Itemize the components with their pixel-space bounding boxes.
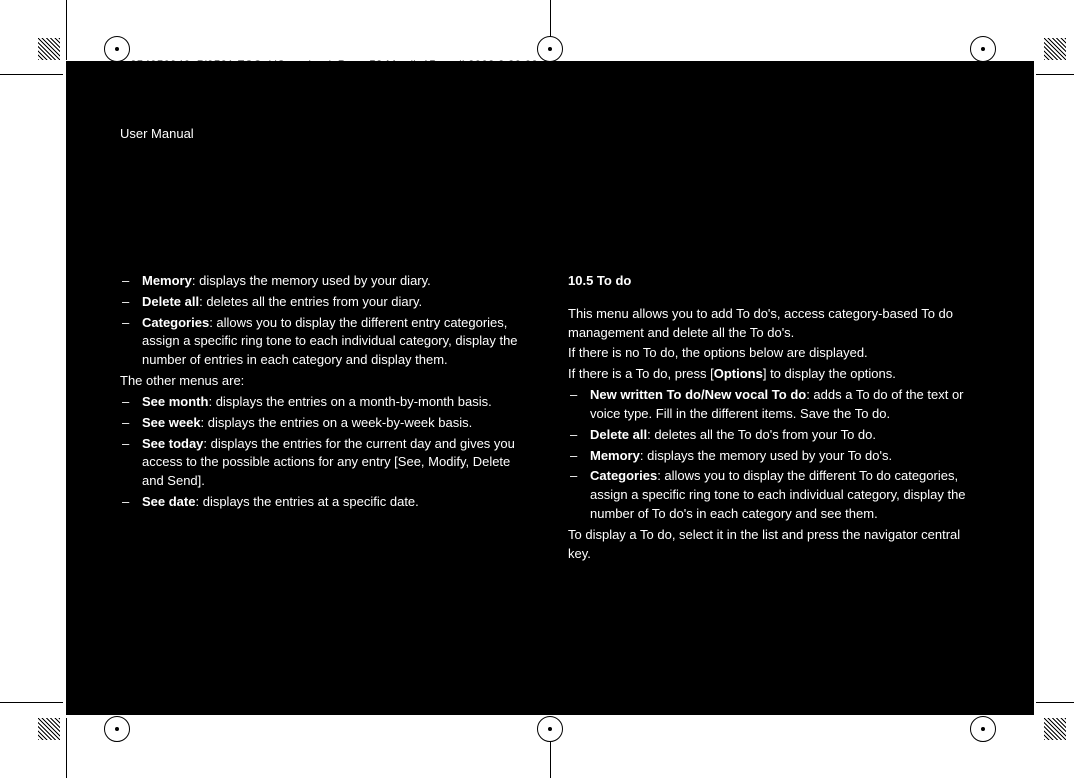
list-item: – Delete all: deletes all the To do's fr… (568, 426, 980, 445)
manual-page: User Manual – Memory: displays the memor… (66, 61, 1034, 715)
paragraph: To display a To do, select it in the lis… (568, 526, 980, 564)
page-title: User Manual (120, 125, 980, 144)
list-item: – See date: displays the entries at a sp… (120, 493, 532, 512)
left-column: – Memory: displays the memory used by yo… (120, 272, 532, 566)
list-item: – Memory: displays the memory used by yo… (120, 272, 532, 291)
list-item: – See today: displays the entries for th… (120, 435, 532, 492)
list-item: – Memory: displays the memory used by yo… (568, 447, 980, 466)
list-item: – See month: displays the entries on a m… (120, 393, 532, 412)
section-heading: 10.5 To do (568, 272, 980, 291)
paragraph: This menu allows you to add To do's, acc… (568, 305, 980, 343)
list-item: – Delete all: deletes all the entries fr… (120, 293, 532, 312)
list-item: – New written To do/New vocal To do: add… (568, 386, 980, 424)
paragraph: If there is a To do, press [Options] to … (568, 365, 980, 384)
right-column: 10.5 To do This menu allows you to add T… (568, 272, 980, 566)
paragraph: The other menus are: (120, 372, 532, 391)
paragraph: If there is no To do, the options below … (568, 344, 980, 363)
list-item: – See week: displays the entries on a we… (120, 414, 532, 433)
list-item: – Categories: allows you to display the … (568, 467, 980, 524)
list-item: – Categories: allows you to display the … (120, 314, 532, 371)
